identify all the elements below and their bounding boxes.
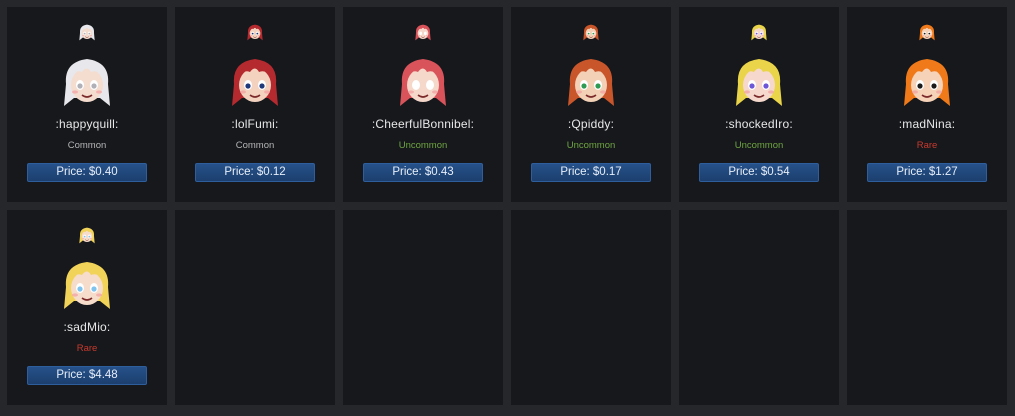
emote-name: :madNina: (898, 117, 956, 131)
emote-name: :Qpiddy: (567, 117, 615, 131)
emote-thumbnail-icon (246, 23, 264, 41)
emote-grid: :happyquill: Common Price: $0.40 :lolFum… (7, 7, 1008, 406)
emote-large-icon (228, 54, 282, 108)
empty-slot (679, 210, 839, 405)
emote-large-icon (564, 54, 618, 108)
rarity-label: Common (235, 140, 275, 151)
emote-large-icon (396, 54, 450, 108)
emote-name: :shockedIro: (725, 117, 793, 131)
rarity-label: Rare (916, 140, 938, 151)
emote-large-icon (60, 54, 114, 108)
emote-thumbnail-icon (78, 226, 96, 244)
emote-thumbnail-icon (918, 23, 936, 41)
price-button[interactable]: Price: $0.12 (195, 163, 315, 182)
emote-card-happyquill[interactable]: :happyquill: Common Price: $0.40 (7, 7, 167, 202)
emote-thumbnail-icon (582, 23, 600, 41)
emote-name: :sadMio: (63, 320, 111, 334)
price-button[interactable]: Price: $4.48 (27, 366, 147, 385)
emote-card-shockediro[interactable]: :shockedIro: Uncommon Price: $0.54 (679, 7, 839, 202)
empty-slot (511, 210, 671, 405)
emote-thumbnail-icon (414, 23, 432, 41)
emote-large-icon (732, 54, 786, 108)
price-button[interactable]: Price: $0.17 (531, 163, 651, 182)
emote-card-lolfumi[interactable]: :lolFumi: Common Price: $0.12 (175, 7, 335, 202)
rarity-label: Common (67, 140, 107, 151)
empty-slot (343, 210, 503, 405)
price-button[interactable]: Price: $0.40 (27, 163, 147, 182)
price-button[interactable]: Price: $1.27 (867, 163, 987, 182)
emote-card-qpiddy[interactable]: :Qpiddy: Uncommon Price: $0.17 (511, 7, 671, 202)
emote-card-cheerfulbonnibel[interactable]: :CheerfulBonnibel: Uncommon Price: $0.43 (343, 7, 503, 202)
empty-slot (847, 210, 1007, 405)
emote-thumbnail-icon (78, 23, 96, 41)
emote-thumbnail-icon (750, 23, 768, 41)
emote-name: :happyquill: (55, 117, 119, 131)
rarity-label: Uncommon (398, 140, 448, 151)
price-button[interactable]: Price: $0.54 (699, 163, 819, 182)
rarity-label: Uncommon (734, 140, 784, 151)
emote-large-icon (900, 54, 954, 108)
emote-card-madnina[interactable]: :madNina: Rare Price: $1.27 (847, 7, 1007, 202)
emote-large-icon (60, 257, 114, 311)
emote-card-sadmio[interactable]: :sadMio: Rare Price: $4.48 (7, 210, 167, 405)
rarity-label: Uncommon (566, 140, 616, 151)
emote-name: :lolFumi: (231, 117, 279, 131)
price-button[interactable]: Price: $0.43 (363, 163, 483, 182)
empty-slot (175, 210, 335, 405)
rarity-label: Rare (76, 343, 98, 354)
emote-name: :CheerfulBonnibel: (371, 117, 475, 131)
